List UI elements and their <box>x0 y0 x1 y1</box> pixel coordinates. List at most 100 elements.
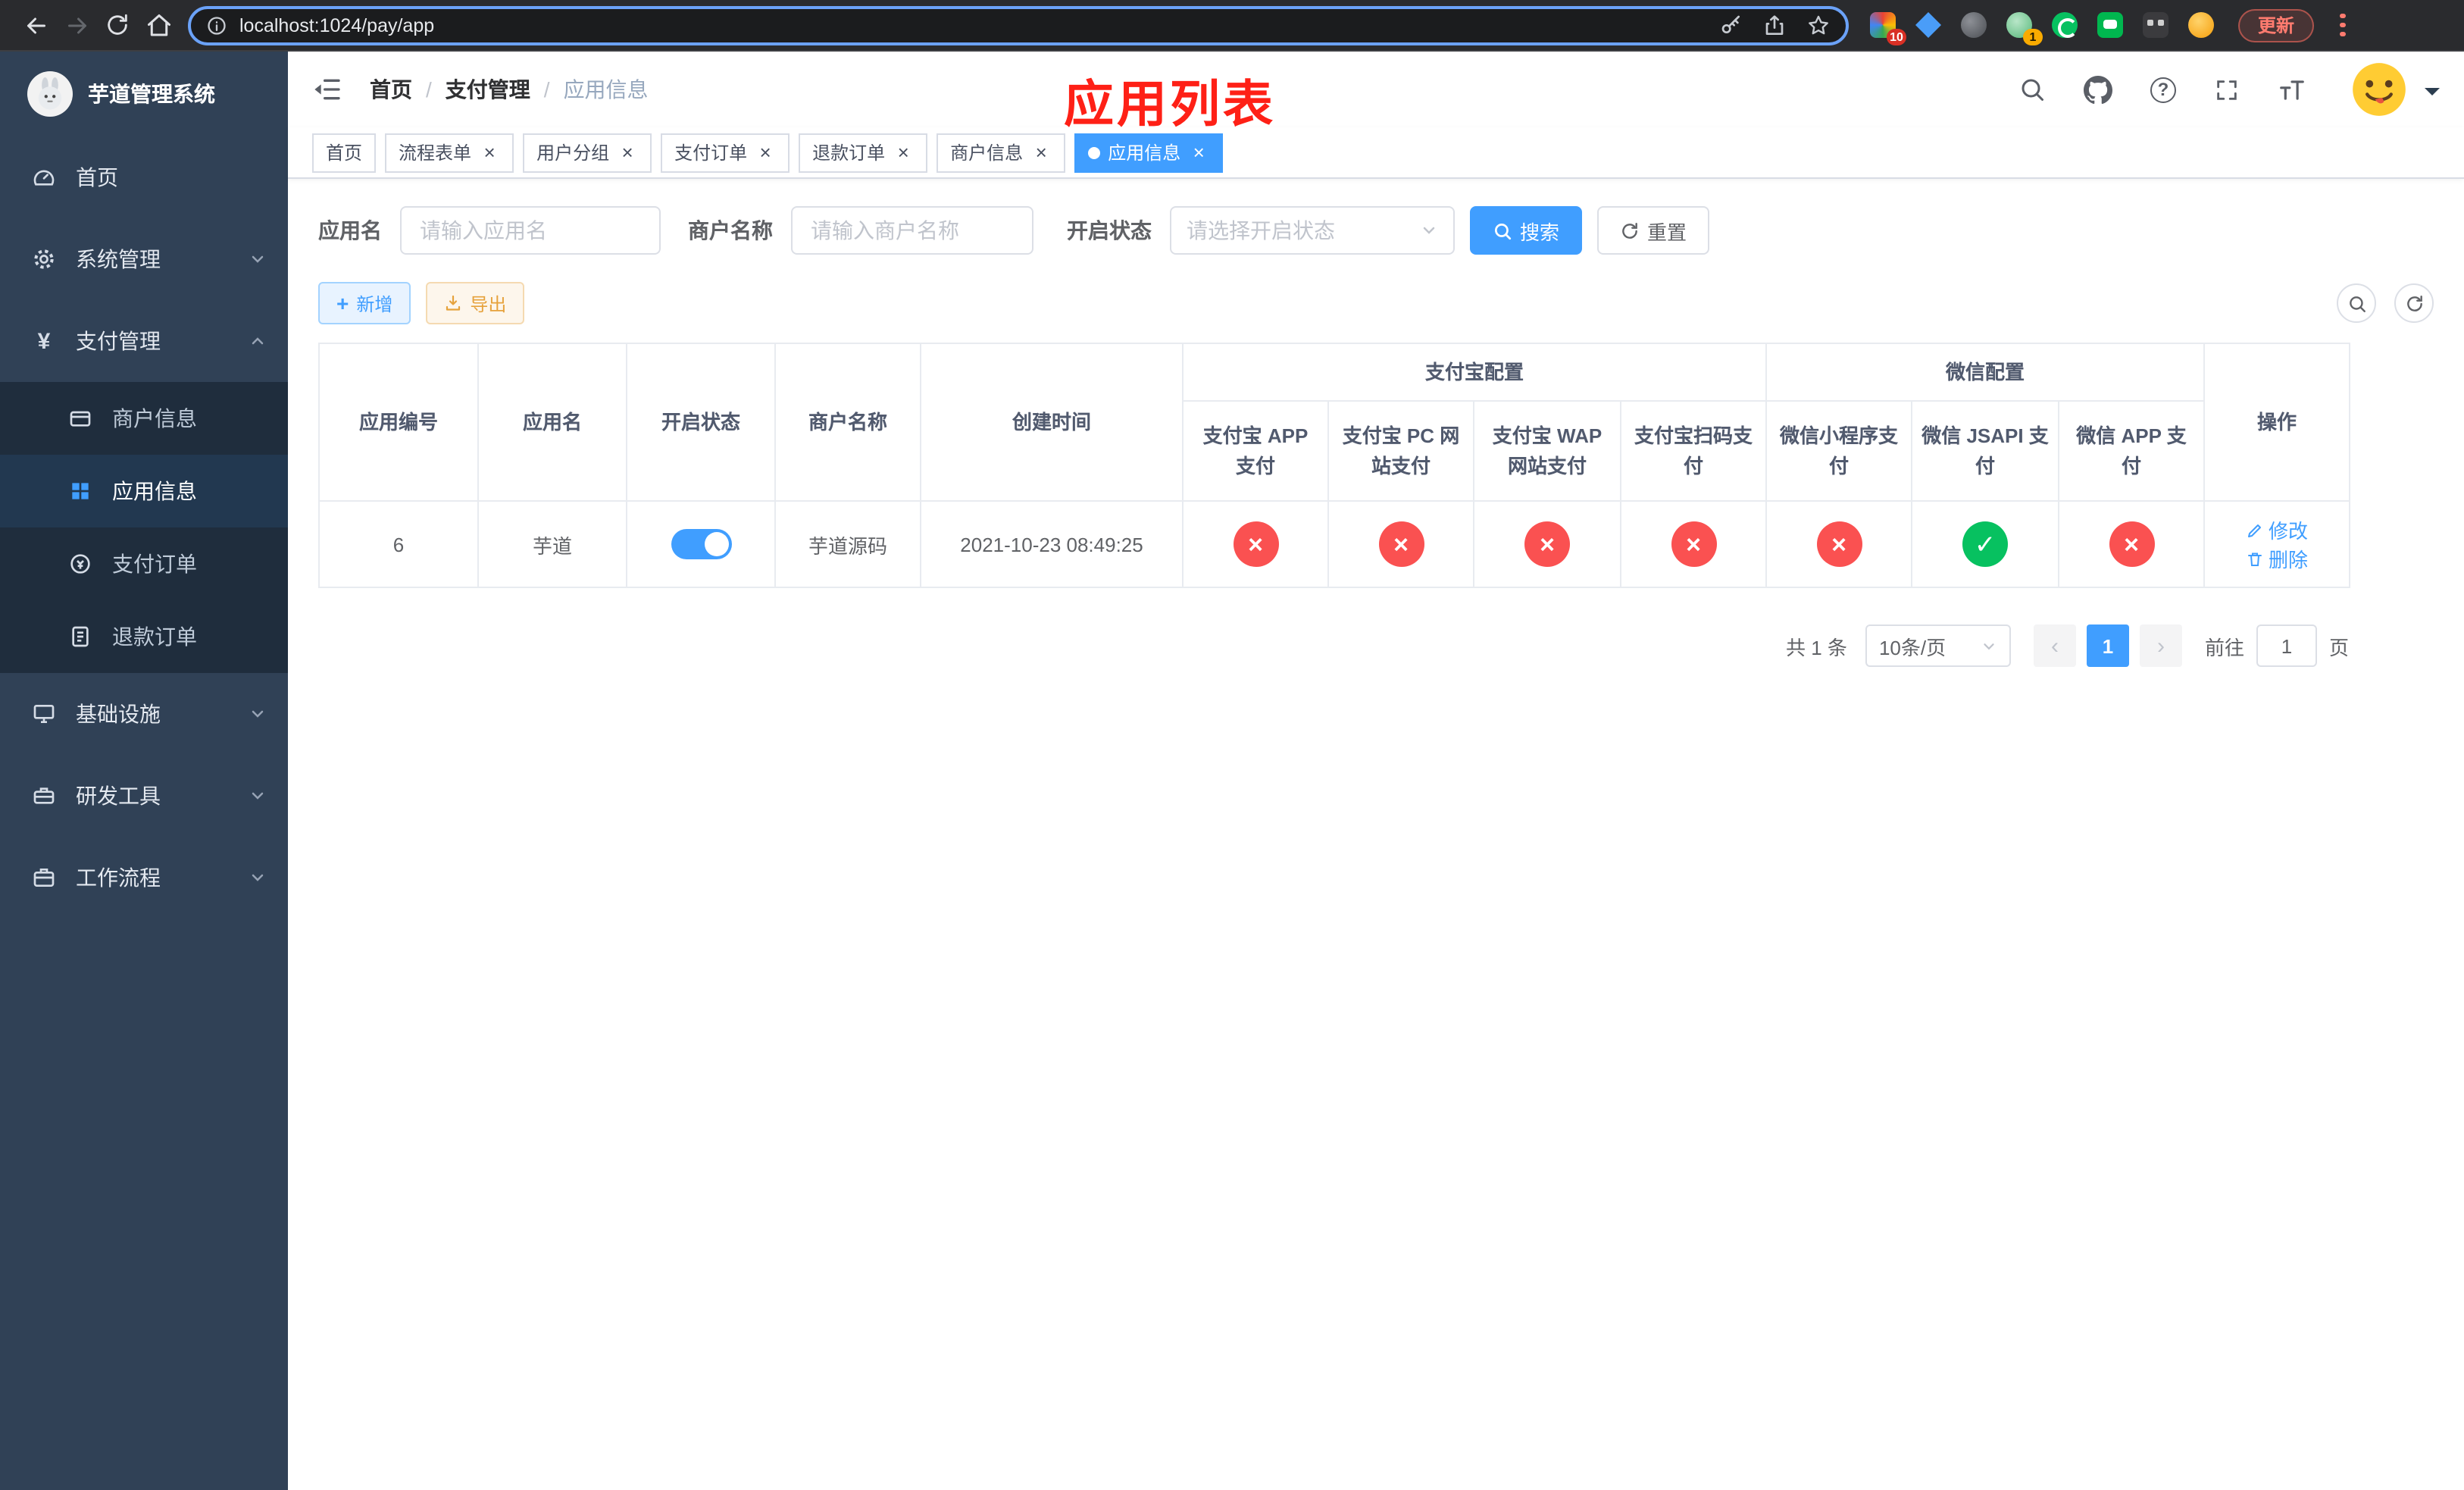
extension-badge: 10 <box>1887 29 1906 45</box>
goto-label: 前往 <box>2204 636 2244 659</box>
browser-menu-icon[interactable] <box>2326 8 2359 42</box>
share-icon[interactable] <box>1762 13 1787 37</box>
sidebar-item-app-info[interactable]: 应用信息 <box>0 455 288 527</box>
status-cross-icon: × <box>1524 521 1570 567</box>
col-alipay-qr: 支付宝扫码支付 <box>1619 400 1768 502</box>
extension-icon-3[interactable] <box>1961 12 1987 38</box>
sidebar-item-label: 商户信息 <box>112 406 197 430</box>
search-icon[interactable] <box>2018 76 2046 103</box>
export-button[interactable]: 导出 <box>426 282 525 324</box>
sidebar-fold-icon[interactable] <box>312 73 346 106</box>
status-toggle[interactable] <box>671 529 731 559</box>
reset-button[interactable]: 重置 <box>1597 206 1710 255</box>
tab-home[interactable]: 首页 <box>312 133 377 172</box>
col-created: 创建时间 <box>920 343 1184 502</box>
search-button[interactable]: 搜索 <box>1470 206 1583 255</box>
tab-refund-order[interactable]: 退款订单 × <box>799 133 928 172</box>
next-page-button[interactable]: › <box>2139 624 2182 667</box>
fullscreen-icon[interactable] <box>2214 77 2240 102</box>
extension-icon-1[interactable]: 10 <box>1870 12 1906 45</box>
logo-rabbit-icon <box>27 71 73 117</box>
extension-icon-7[interactable] <box>2143 12 2169 38</box>
url-text[interactable]: localhost:1024/pay/app <box>239 14 1706 36</box>
filter-form: 应用名 商户名称 开启状态 请选择开启状态 搜索 <box>318 206 2434 255</box>
tab-close-icon[interactable]: × <box>893 142 914 163</box>
toggle-search-button[interactable] <box>2337 283 2376 323</box>
url-bar[interactable]: localhost:1024/pay/app <box>188 5 1849 45</box>
breadcrumb-home[interactable]: 首页 <box>370 74 412 105</box>
cell-alipay-pc: × <box>1327 500 1474 588</box>
tab-close-icon[interactable]: × <box>1030 142 1052 163</box>
github-icon[interactable] <box>2084 75 2112 104</box>
font-size-icon[interactable] <box>2278 75 2306 104</box>
extension-icon-6[interactable] <box>2097 12 2123 38</box>
sidebar-item-system[interactable]: 系统管理 <box>0 218 288 300</box>
tab-app-info[interactable]: 应用信息 × <box>1074 133 1224 172</box>
cell-app-id: 6 <box>318 500 479 588</box>
breadcrumb-payment[interactable]: 支付管理 <box>446 74 530 105</box>
sidebar-item-label: 支付管理 <box>76 329 161 353</box>
active-dot-icon <box>1088 146 1101 158</box>
forward-icon[interactable] <box>56 5 97 45</box>
password-key-icon[interactable] <box>1718 13 1743 37</box>
merchant-name-input[interactable] <box>791 206 1033 255</box>
sidebar-item-pay-order[interactable]: 支付订单 <box>0 527 288 600</box>
chevron-down-icon <box>249 705 267 723</box>
sidebar-item-label: 应用信息 <box>112 479 197 503</box>
sidebar-item-label: 支付订单 <box>112 552 197 576</box>
sidebar-item-label: 研发工具 <box>76 784 161 808</box>
extension-icon-8[interactable] <box>2188 12 2214 38</box>
sidebar-item-refund-order[interactable]: 退款订单 <box>0 600 288 673</box>
sidebar-item-workflow[interactable]: 工作流程 <box>0 837 288 919</box>
extension-icon-2[interactable] <box>1915 12 1941 38</box>
extension-icon-5[interactable] <box>2052 12 2078 38</box>
col-alipay-app: 支付宝 APP 支付 <box>1182 400 1329 502</box>
app-name-label: 应用名 <box>318 218 382 243</box>
chevron-up-icon <box>249 332 267 350</box>
prev-page-button[interactable]: ‹ <box>2033 624 2076 667</box>
sidebar-item-home[interactable]: 首页 <box>0 136 288 218</box>
page-size-select[interactable]: 10条/页 <box>1865 624 2011 667</box>
app-logo: 芋道管理系统 <box>0 52 288 136</box>
tab-user-group[interactable]: 用户分组 × <box>523 133 652 172</box>
sidebar-item-infrastructure[interactable]: 基础设施 <box>0 673 288 755</box>
sidebar-item-label: 工作流程 <box>76 866 161 890</box>
tab-label: 应用信息 <box>1108 142 1181 164</box>
bookmark-star-icon[interactable] <box>1806 13 1831 37</box>
chrome-update-button[interactable]: 更新 <box>2238 8 2315 42</box>
tab-process-form[interactable]: 流程表单 × <box>385 133 514 172</box>
help-icon[interactable]: ? <box>2150 77 2176 102</box>
refresh-table-button[interactable] <box>2394 283 2434 323</box>
avatar-caret-icon[interactable] <box>2425 88 2440 103</box>
current-page[interactable]: 1 <box>2086 624 2129 667</box>
tab-close-icon[interactable]: × <box>479 142 500 163</box>
sidebar-item-merchant-info[interactable]: 商户信息 <box>0 382 288 455</box>
extension-icon-4[interactable]: 1 <box>2006 12 2043 45</box>
tab-close-icon[interactable]: × <box>1188 142 1209 163</box>
sidebar-item-devtools[interactable]: 研发工具 <box>0 755 288 837</box>
home-icon[interactable] <box>138 5 179 45</box>
col-app-id: 应用编号 <box>318 343 479 502</box>
tab-pay-order[interactable]: 支付订单 × <box>661 133 790 172</box>
tab-close-icon[interactable]: × <box>755 142 776 163</box>
tab-label: 商户信息 <box>950 142 1024 164</box>
reload-icon[interactable] <box>97 5 138 45</box>
screen: localhost:1024/pay/app 10 1 更新 芋道管理系统 首页… <box>0 0 2464 1490</box>
edit-link[interactable]: 修改 <box>2246 515 2308 544</box>
sidebar-item-label: 系统管理 <box>76 247 161 271</box>
goto-unit-label: 页 <box>2328 636 2349 659</box>
cell-alipay-qr: × <box>1619 500 1768 588</box>
sidebar-item-payment[interactable]: ¥ 支付管理 <box>0 300 288 382</box>
add-button[interactable]: + 新增 <box>318 282 411 324</box>
sidebar-item-label: 基础设施 <box>76 702 161 726</box>
breadcrumb-separator: / <box>426 77 432 102</box>
tab-merchant-info[interactable]: 商户信息 × <box>937 133 1066 172</box>
status-select[interactable]: 请选择开启状态 <box>1170 206 1455 255</box>
app-name-input[interactable] <box>400 206 661 255</box>
tab-close-icon[interactable]: × <box>617 142 638 163</box>
site-info-icon[interactable] <box>206 14 227 36</box>
user-avatar[interactable] <box>2350 61 2408 118</box>
goto-page-input[interactable] <box>2256 624 2317 667</box>
back-icon[interactable] <box>15 5 56 45</box>
delete-link[interactable]: 删除 <box>2246 544 2308 573</box>
